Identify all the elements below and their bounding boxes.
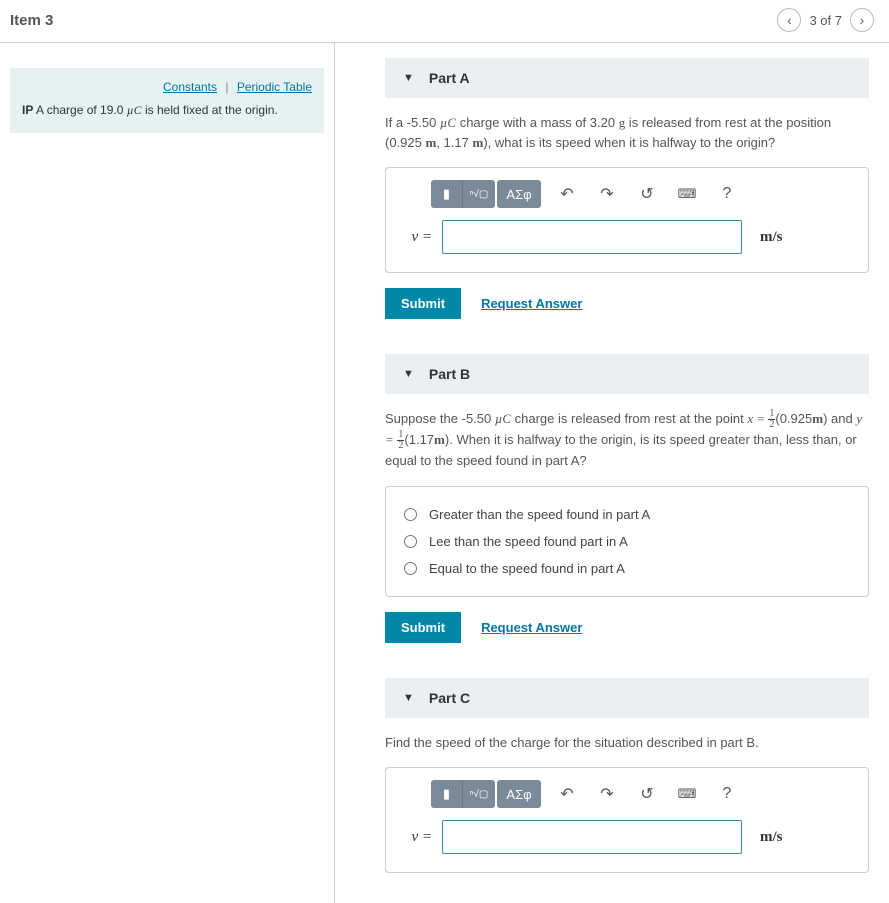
undo-icon[interactable]: ↶ (553, 180, 581, 208)
greek-button[interactable]: ΑΣφ (497, 180, 541, 208)
caret-down-icon: ▼ (403, 368, 414, 380)
part-c-question: Find the speed of the charge for the sit… (385, 733, 869, 753)
part-b-request-answer-link[interactable]: Request Answer (481, 620, 582, 635)
help-icon[interactable]: ? (713, 780, 741, 808)
part-b-title: Part B (429, 366, 470, 382)
template-button[interactable]: ▮ (431, 180, 463, 208)
part-b-options: Greater than the speed found in part A L… (385, 486, 869, 597)
help-icon[interactable]: ? (713, 180, 741, 208)
option-less[interactable]: Lee than the speed found part in A (404, 528, 850, 555)
part-a-title: Part A (429, 70, 470, 86)
option-greater[interactable]: Greater than the speed found in part A (404, 501, 850, 528)
problem-box: Constants | Periodic Table IP A charge o… (10, 68, 324, 133)
radio-greater[interactable] (404, 508, 417, 521)
part-a-submit-button[interactable]: Submit (385, 288, 461, 319)
part-b-question: Suppose the -5.50 µC charge is released … (385, 409, 869, 471)
unit-label: m/s (760, 229, 783, 246)
variable-label: v = (404, 829, 432, 846)
problem-statement: IP A charge of 19.0 µC is held fixed at … (22, 102, 312, 119)
periodic-table-link[interactable]: Periodic Table (237, 80, 312, 94)
caret-down-icon: ▼ (403, 692, 414, 704)
part-c-answer-box: ▮ ⁿ√▢ ΑΣφ ↶ ↷ ↺ ⌨ ? v = m/s (385, 767, 869, 873)
keyboard-icon[interactable]: ⌨ (673, 780, 701, 808)
radio-equal[interactable] (404, 562, 417, 575)
position-text: 3 of 7 (809, 13, 842, 28)
reset-icon[interactable]: ↺ (633, 180, 661, 208)
redo-icon[interactable]: ↷ (593, 780, 621, 808)
item-nav: ‹ 3 of 7 › (777, 8, 874, 32)
radio-less[interactable] (404, 535, 417, 548)
option-equal[interactable]: Equal to the speed found in part A (404, 555, 850, 582)
constants-link[interactable]: Constants (163, 80, 217, 94)
greek-button[interactable]: ΑΣφ (497, 780, 541, 808)
part-c-header[interactable]: ▼ Part C (385, 678, 869, 718)
item-title: Item 3 (10, 12, 53, 29)
unit-label: m/s (760, 829, 783, 846)
part-b-submit-button[interactable]: Submit (385, 612, 461, 643)
part-a-answer-box: ▮ ⁿ√▢ ΑΣφ ↶ ↷ ↺ ⌨ ? v = m/s (385, 167, 869, 273)
part-a-request-answer-link[interactable]: Request Answer (481, 296, 582, 311)
undo-icon[interactable]: ↶ (553, 780, 581, 808)
part-a-header[interactable]: ▼ Part A (385, 58, 869, 98)
prev-button[interactable]: ‹ (777, 8, 801, 32)
part-c-input[interactable] (442, 820, 742, 854)
keyboard-icon[interactable]: ⌨ (673, 180, 701, 208)
reset-icon[interactable]: ↺ (633, 780, 661, 808)
template-button[interactable]: ▮ (431, 780, 463, 808)
root-button[interactable]: ⁿ√▢ (463, 780, 495, 808)
caret-down-icon: ▼ (403, 72, 414, 84)
part-a-input[interactable] (442, 220, 742, 254)
part-b-header[interactable]: ▼ Part B (385, 354, 869, 394)
separator: | (225, 80, 228, 94)
root-button[interactable]: ⁿ√▢ (463, 180, 495, 208)
next-button[interactable]: › (850, 8, 874, 32)
part-a-question: If a -5.50 µC charge with a mass of 3.20… (385, 113, 869, 152)
part-c-title: Part C (429, 690, 470, 706)
redo-icon[interactable]: ↷ (593, 180, 621, 208)
variable-label: v = (404, 229, 432, 246)
